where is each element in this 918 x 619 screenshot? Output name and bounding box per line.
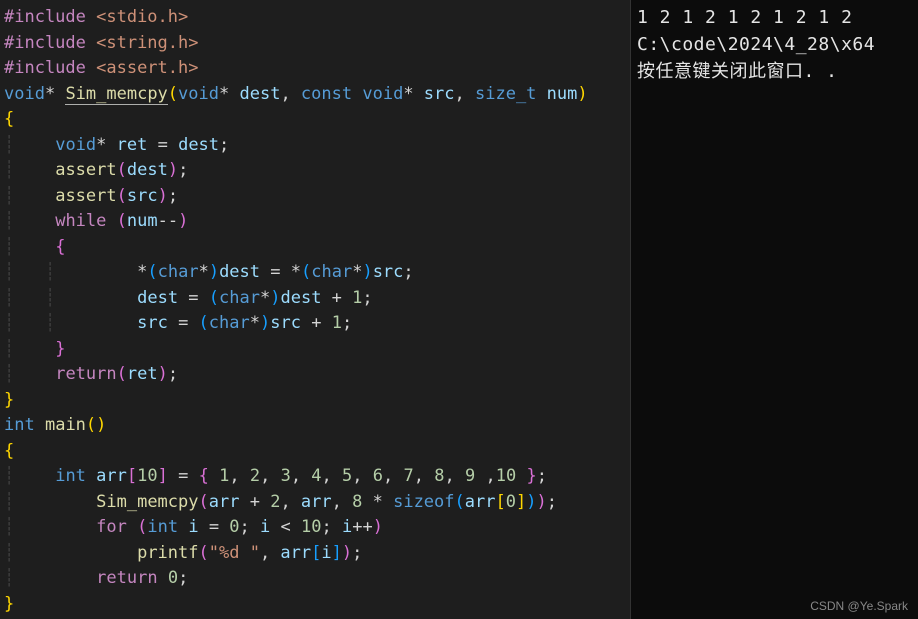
code-line: ┊ int arr[10] = { 1, 2, 3, 4, 5, 6, 7, 8… [4,464,626,490]
code-editor[interactable]: #include <stdio.h> #include <string.h> #… [0,0,630,619]
code-line: ┊ void* ret = dest; [4,133,626,159]
code-line: ┊ assert(src); [4,184,626,210]
code-line: } [4,592,626,618]
code-line: ┊ while (num--) [4,209,626,235]
code-line: { [4,107,626,133]
code-line: ┊ { [4,235,626,261]
code-line: ┊ } [4,337,626,363]
code-line: #include <string.h> [4,31,626,57]
code-line: { [4,439,626,465]
terminal-output[interactable]: 1 2 1 2 1 2 1 2 1 2 C:\code\2024\4_28\x6… [630,0,918,619]
watermark: CSDN @Ye.Spark [810,599,908,613]
code-line: } [4,388,626,414]
code-line: ┊ ┊ dest = (char*)dest + 1; [4,286,626,312]
code-line: #include <stdio.h> [4,5,626,31]
code-line: ┊ for (int i = 0; i < 10; i++) [4,515,626,541]
terminal-line-prompt: 按任意键关闭此窗口. . [637,58,912,85]
code-line: ┊ return(ret); [4,362,626,388]
code-line: ┊ assert(dest); [4,158,626,184]
code-line: ┊ printf("%d ", arr[i]); [4,541,626,567]
terminal-line-output: 1 2 1 2 1 2 1 2 1 2 [637,4,912,31]
code-line: ┊ ┊ src = (char*)src + 1; [4,311,626,337]
code-line: ┊ return 0; [4,566,626,592]
code-line: ┊ ┊ *(char*)dest = *(char*)src; [4,260,626,286]
code-line: #include <assert.h> [4,56,626,82]
code-line: void* Sim_memcpy(void* dest, const void*… [4,82,626,108]
code-line: int main() [4,413,626,439]
code-line: ┊ Sim_memcpy(arr + 2, arr, 8 * sizeof(ar… [4,490,626,516]
terminal-line-path: C:\code\2024\4_28\x64 [637,31,912,58]
